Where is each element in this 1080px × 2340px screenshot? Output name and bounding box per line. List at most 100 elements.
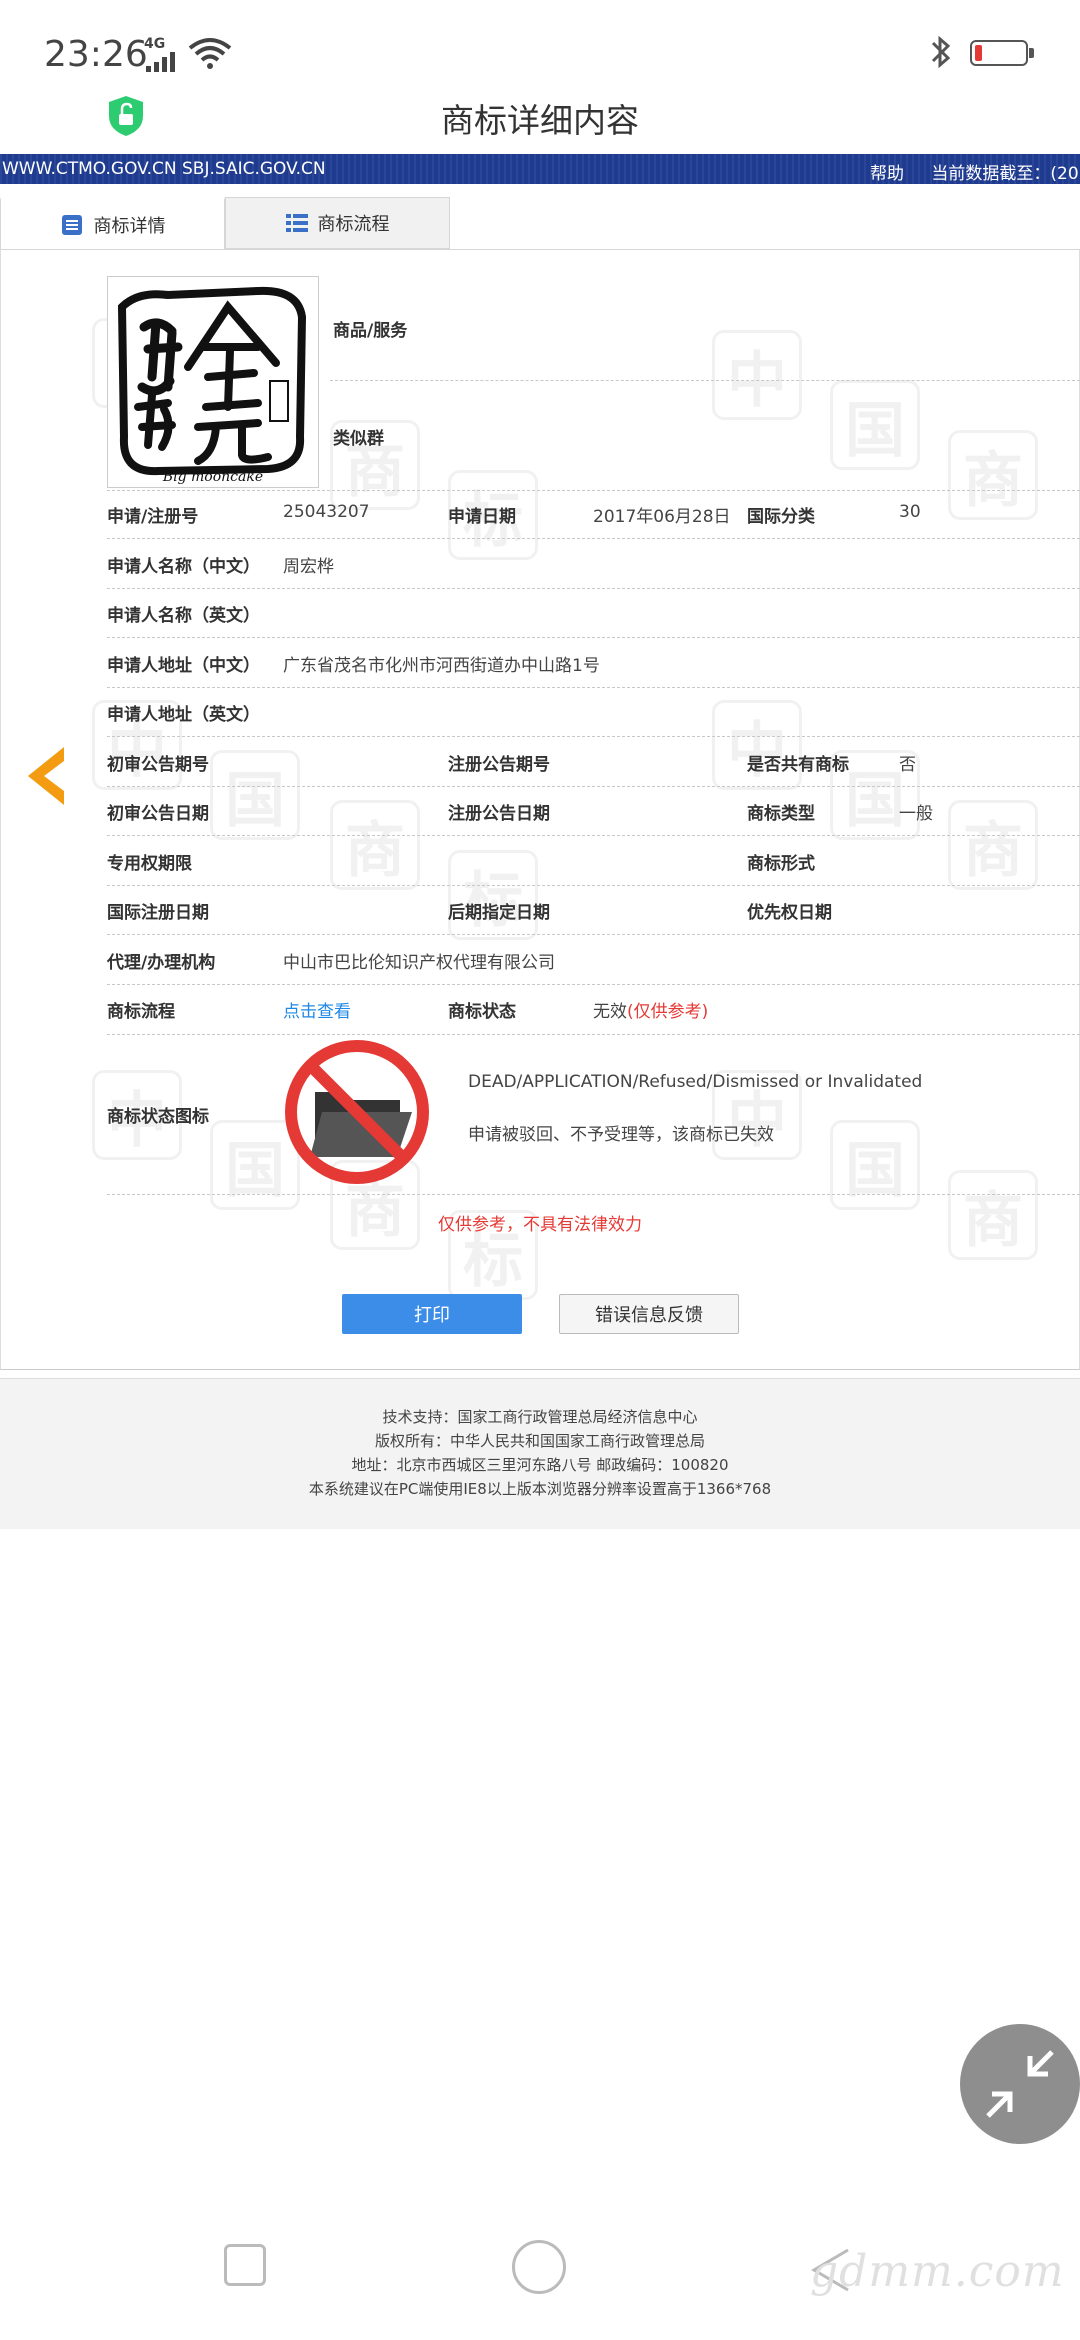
exclusive-period-label: 专用权期限 — [107, 854, 192, 874]
collapse-icon — [986, 2050, 1054, 2118]
battery-level — [975, 45, 982, 61]
watermark: 国 — [830, 1120, 920, 1210]
divider — [107, 588, 1080, 589]
status-bar: 23:26 4G — [0, 0, 1080, 100]
divider — [107, 637, 1080, 638]
intl-reg-date-label: 国际注册日期 — [107, 903, 209, 923]
footer-address: 地址：北京市西城区三里河东路八号 邮政编码：100820 — [351, 1456, 729, 1474]
tab-details-label: 商标详情 — [93, 215, 166, 237]
tm-form-label: 商标形式 — [747, 854, 815, 874]
watermark: 国 — [830, 380, 920, 470]
page-title: 商标详细内容 — [441, 101, 639, 140]
tab-details[interactable]: 商标详情 — [0, 197, 225, 249]
site-footer: 技术支持：国家工商行政管理总局经济信息中心 版权所有：中华人民共和国国家工商行政… — [0, 1378, 1080, 1529]
divider — [107, 736, 1080, 737]
recent-apps-button[interactable] — [224, 2244, 266, 2286]
footer-tech: 技术支持：国家工商行政管理总局经济信息中心 — [382, 1408, 698, 1426]
trademark-seal: Big mooncake — [117, 286, 307, 485]
prelim-pub-date-label: 初审公告日期 — [107, 804, 209, 824]
tm-type-value: 一般 — [899, 804, 933, 824]
divider — [107, 835, 1080, 836]
app-date-value: 2017年06月28日 — [593, 507, 731, 527]
divider — [107, 687, 1080, 688]
applicant-en-label: 申请人名称（英文） — [107, 606, 260, 626]
divider — [107, 885, 1080, 886]
status-value: 无效(仅供参考) — [593, 997, 708, 1022]
intl-class-label: 国际分类 — [747, 507, 815, 527]
intl-class-value: 30 — [899, 502, 921, 522]
tab-process-label: 商标流程 — [317, 214, 390, 235]
prelim-pub-no-label: 初审公告期号 — [107, 755, 209, 775]
status-en-text: DEAD/APPLICATION/Refused/Dismissed or In… — [468, 1072, 923, 1092]
back-arrow-icon[interactable] — [24, 745, 68, 807]
status-icon-label: 商标状态图标 — [107, 1107, 209, 1127]
shared-tm-label: 是否共有商标 — [747, 755, 849, 775]
help-link[interactable]: 帮助 — [870, 164, 904, 184]
exit-fullscreen-button[interactable] — [960, 2024, 1080, 2144]
watermark: 商 — [948, 430, 1038, 520]
reg-pub-no-label: 注册公告期号 — [448, 755, 550, 775]
banner-url: WWW.CTMO.GOV.CN SBJ.SAIC.GOV.CN — [2, 159, 326, 179]
watermark: 标 — [448, 850, 538, 940]
watermark: 商 — [330, 800, 420, 890]
divider — [107, 934, 1080, 935]
tab-process[interactable]: 商标流程 — [225, 197, 450, 249]
footer-recommend: 本系统建议在PC端使用IE8以上版本浏览器分辨率设置高于1366*768 — [308, 1480, 772, 1498]
watermark: 国 — [210, 750, 300, 840]
app-date-label: 申请日期 — [448, 507, 516, 527]
priority-date-label: 优先权日期 — [747, 903, 832, 923]
list-icon — [285, 214, 308, 232]
disclaimer: 仅供参考，不具有法律效力 — [438, 1215, 642, 1235]
reg-pub-date-label: 注册公告日期 — [448, 804, 550, 824]
divider — [330, 380, 1080, 381]
data-date-text: 当前数据截至：(201 — [931, 164, 1080, 184]
agent-value: 中山市巴比伦知识产权代理有限公司 — [283, 953, 555, 973]
wifi-icon — [188, 38, 232, 69]
address-cn-label: 申请人地址（中文） — [107, 656, 260, 676]
status-label: 商标状态 — [448, 1002, 516, 1022]
applicant-cn-label: 申请人名称（中文） — [107, 557, 260, 577]
watermark: 中 — [712, 700, 802, 790]
report-error-button[interactable]: 错误信息反馈 — [559, 1294, 739, 1334]
agent-label: 代理/办理机构 — [107, 953, 216, 973]
document-icon — [61, 214, 82, 235]
divider — [107, 490, 1080, 491]
home-button[interactable] — [512, 2240, 566, 2294]
site-banner: WWW.CTMO.GOV.CN SBJ.SAIC.GOV.CN 帮助 当前数据截… — [0, 154, 1080, 184]
app-no-label: 申请/注册号 — [107, 507, 199, 527]
network-type: 4G — [144, 36, 166, 52]
print-button[interactable]: 打印 — [342, 1294, 522, 1334]
applicant-cn-value: 周宏桦 — [283, 557, 334, 577]
tm-type-label: 商标类型 — [747, 804, 815, 824]
watermark: 中 — [712, 330, 802, 420]
tab-bar: 商标详情 商标流程 — [0, 197, 1080, 250]
address-cn-value: 广东省茂名市化州市河西街道办中山路1号 — [283, 656, 600, 676]
later-designation-label: 后期指定日期 — [448, 903, 550, 923]
divider — [107, 984, 1080, 985]
site-watermark: gdmm.com — [810, 2246, 1065, 2297]
goods-services-label: 商品/服务 — [333, 321, 408, 341]
app-no-value: 25043207 — [283, 502, 370, 522]
divider — [107, 1034, 1080, 1035]
logo-caption: Big mooncake — [162, 469, 263, 485]
divider — [107, 538, 1080, 539]
status-note: (仅供参考) — [627, 1002, 709, 1022]
address-en-label: 申请人地址（英文） — [107, 705, 260, 725]
clock: 23:26 — [44, 34, 148, 75]
process-label: 商标流程 — [107, 1002, 175, 1022]
bluetooth-icon — [931, 35, 951, 69]
process-link[interactable]: 点击查看 — [283, 997, 351, 1022]
signal-icon — [146, 52, 175, 72]
footer-copyright: 版权所有：中华人民共和国国家工商行政管理总局 — [374, 1432, 705, 1450]
divider — [107, 1194, 1080, 1195]
status-text: 无效 — [593, 1002, 627, 1022]
battery-tip — [1029, 48, 1034, 58]
divider — [107, 786, 1080, 787]
trademark-image: Big mooncake — [107, 276, 319, 488]
battery-icon — [970, 40, 1028, 66]
invalid-status-icon — [285, 1040, 429, 1184]
watermark: 商 — [948, 800, 1038, 890]
shared-tm-value: 否 — [899, 755, 916, 775]
similar-group-label: 类似群 — [333, 429, 384, 449]
status-zh-text: 申请被驳回、不予受理等，该商标已失效 — [468, 1125, 774, 1145]
